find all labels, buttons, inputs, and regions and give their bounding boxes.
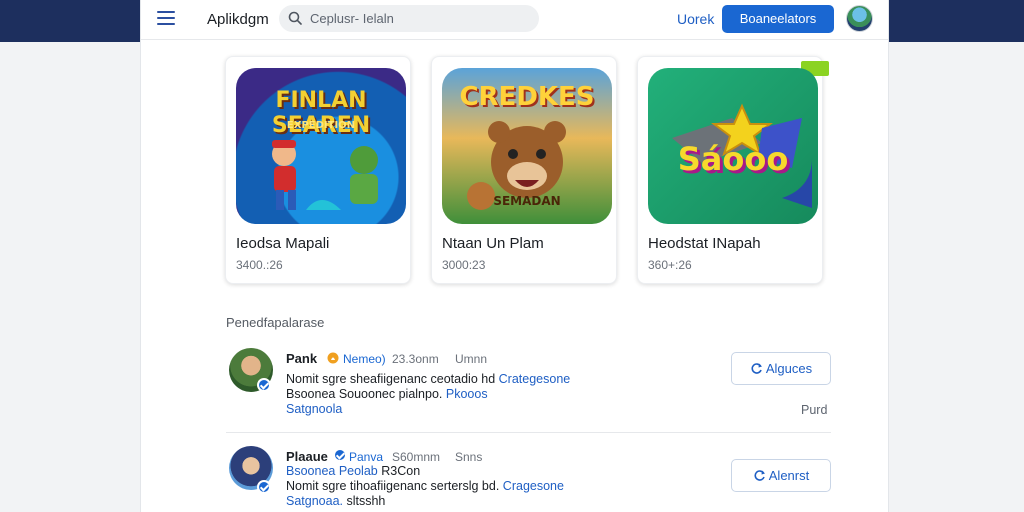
feed-text: Nomit sgre tihoafiigenanc serterslg bd.	[286, 479, 500, 493]
hamburger-menu-icon[interactable]	[157, 11, 175, 27]
feed-tag[interactable]: Nemeo)	[343, 352, 386, 366]
feed-link[interactable]: Bsoonea Peolab	[286, 464, 378, 478]
feed-section-title: Penedfapalarase	[226, 315, 325, 330]
feed-link[interactable]: Satgnoaa.	[286, 494, 343, 508]
search-box[interactable]: Ceplusr- Ielaln	[279, 5, 539, 32]
app-card-3-name: Heodstat INapah	[648, 235, 761, 252]
app-card-1[interactable]: FINLAN SEAREN EXPEDITION Ieodsa Mapali 3…	[225, 56, 411, 284]
art-title: Sáooo	[677, 140, 789, 178]
feed-text: Bsoonea Souoonec pialnpo.	[286, 387, 443, 401]
main-panel: Aplikdgm Ceplusr- Ielaln Uorek Boaneelat…	[140, 0, 889, 512]
verified-badge-icon	[257, 378, 271, 392]
feed-time-secondary: Snns	[455, 450, 483, 464]
app-card-2-art: CREDKES SEMADAN	[442, 68, 612, 224]
feed-author[interactable]: Pank	[286, 351, 317, 366]
feed-side-text: Purd	[801, 403, 828, 417]
verified-icon	[334, 449, 346, 461]
app-card-3-art: Sáooo	[648, 68, 818, 224]
feed-link[interactable]: Cragesone	[503, 479, 564, 493]
app-header: Aplikdgm Ceplusr- Ielaln Uorek Boaneelat…	[141, 0, 888, 40]
art-title: CREDKES	[459, 82, 595, 112]
app-card-1-art: FINLAN SEAREN EXPEDITION	[236, 68, 406, 224]
search-input[interactable]: Ceplusr- Ielaln	[310, 11, 394, 26]
feed-link[interactable]: Satgnoola	[286, 402, 342, 416]
app-card-1-meta: 3400.:26	[236, 258, 283, 272]
feed-text: Nomit sgre sheafiigenanc ceotadio hd	[286, 372, 496, 386]
app-card-2[interactable]: CREDKES SEMADAN Ntaan Un Plam 3000:23	[431, 56, 617, 284]
app-card-2-meta: 3000:23	[442, 258, 486, 272]
feed-time: 23.3onm	[392, 352, 439, 366]
feed-action-label: Alenrst	[768, 468, 810, 483]
feed-body: Nomit sgre sheafiigenanc ceotadio hd Cra…	[286, 372, 686, 417]
feed-divider	[226, 432, 831, 433]
user-avatar[interactable]	[846, 5, 873, 32]
verified-badge-icon	[257, 480, 271, 494]
feed-link[interactable]: Crategesone	[499, 372, 571, 386]
feed-item: Pank Nemeo) 23.3onm Umnn Nomit sgre shea…	[226, 348, 831, 436]
right-backdrop	[884, 42, 1024, 512]
art-subtitle: SEMADAN	[493, 194, 561, 208]
refresh-icon	[754, 470, 765, 481]
flame-badge-icon	[327, 352, 339, 364]
app-card-3[interactable]: Sáooo Heodstat INapah 360+:26	[637, 56, 829, 284]
primary-action-button[interactable]: Boaneelators	[722, 5, 834, 33]
app-card-3-meta: 360+:26	[648, 258, 692, 272]
feed-body: Bsoonea Peolab R3Con Nomit sgre tihoafii…	[286, 464, 686, 509]
feed-item: Plaaue Panva S60mnm Snns Bsoonea Peolab …	[226, 446, 831, 512]
search-icon	[288, 11, 302, 25]
refresh-icon	[751, 363, 762, 374]
feed-text: R3Con	[381, 464, 421, 478]
feed-action-button[interactable]: Alguces	[731, 352, 831, 385]
left-backdrop	[0, 42, 140, 512]
feed-action-button[interactable]: Alenrst	[731, 459, 831, 492]
hero-figure-icon	[272, 140, 378, 210]
feed-link[interactable]: Pkooos	[446, 387, 488, 401]
feed-action-label: Alguces	[765, 361, 813, 376]
app-card-2-name: Ntaan Un Plam	[442, 235, 544, 252]
feed-text: sltsshh	[346, 494, 386, 508]
app-card-1-name: Ieodsa Mapali	[236, 235, 330, 252]
feed-time: S60mnm	[392, 450, 441, 464]
feed-tag[interactable]: Panva	[349, 450, 383, 464]
header-link[interactable]: Uorek	[677, 11, 714, 27]
brand-name: Aplikdgm	[207, 11, 269, 28]
feed-time-secondary: Umnn	[455, 352, 488, 366]
feed-author[interactable]: Plaaue	[286, 449, 328, 464]
